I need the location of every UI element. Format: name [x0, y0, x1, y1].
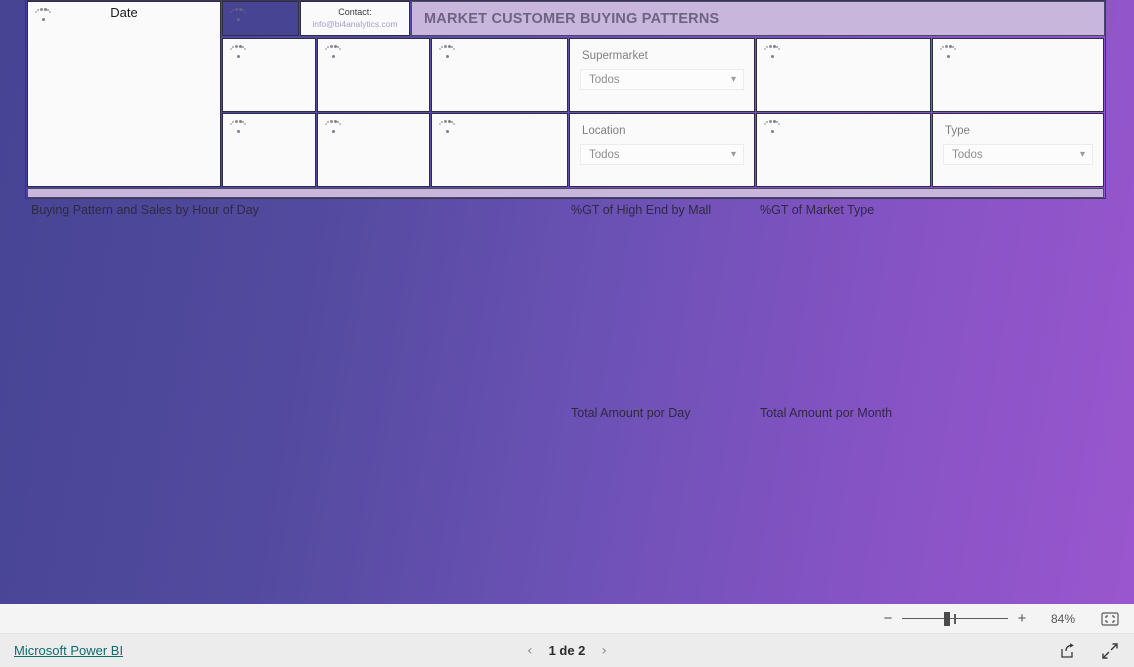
loading-spinner-icon	[764, 120, 782, 136]
kpi-card-9[interactable]	[756, 113, 931, 187]
kpi-card-3[interactable]	[431, 38, 568, 112]
kpi-card-4[interactable]	[756, 38, 931, 112]
slicer-supermarket-label: Supermarket	[582, 50, 648, 62]
chart-title-amount-per-day: Total Amount por Day	[571, 406, 691, 420]
fullscreen-icon[interactable]	[1100, 641, 1120, 661]
loading-spinner-icon	[230, 8, 248, 24]
zoom-toolbar: − + 84%	[0, 604, 1134, 634]
loading-spinner-icon	[230, 45, 248, 61]
footer-actions	[1058, 641, 1120, 661]
loading-spinner-icon	[325, 45, 343, 61]
loading-spinner-icon	[940, 45, 958, 61]
page-title: MARKET CUSTOMER BUYING PATTERNS	[424, 10, 720, 27]
zoom-in-button[interactable]: +	[1014, 610, 1030, 627]
kpi-card-2[interactable]	[317, 38, 430, 112]
slicer-type-label: Type	[945, 125, 970, 137]
zoom-level-label: 84%	[1050, 611, 1076, 626]
chart-title-market-type: %GT of Market Type	[760, 203, 875, 217]
slicer-supermarket-value: Todos	[589, 73, 620, 86]
page-indicator: 1 de 2	[548, 643, 586, 658]
contact-label: Contact:	[338, 7, 372, 17]
slicer-location-label: Location	[582, 125, 626, 137]
next-page-button[interactable]: ›	[601, 643, 607, 659]
viewer-footer: Microsoft Power BI ‹ 1 de 2 ›	[0, 634, 1134, 667]
share-icon[interactable]	[1058, 641, 1078, 661]
contact-tile: Contact: info@bi4analytics.com	[300, 1, 410, 36]
kpi-card-1[interactable]	[222, 38, 316, 112]
page-navigator: ‹ 1 de 2 ›	[0, 643, 1134, 659]
zoom-out-button[interactable]: −	[880, 610, 896, 627]
slicer-type-dropdown[interactable]: Todos ▾	[943, 144, 1093, 165]
kpi-card-5[interactable]	[932, 38, 1104, 112]
kpi-card-7[interactable]	[317, 113, 430, 187]
company-logo-tile	[222, 1, 299, 36]
contact-email[interactable]: info@bi4analytics.com	[301, 18, 409, 30]
date-slicer-title: Date	[110, 5, 138, 20]
loading-spinner-icon	[325, 120, 343, 136]
kpi-card-8[interactable]	[431, 113, 568, 187]
chart-title-amount-per-month: Total Amount por Month	[760, 406, 893, 420]
slicer-location[interactable]: Location Todos ▾	[569, 113, 755, 187]
zoom-slider[interactable]	[902, 611, 1008, 626]
date-slicer-card[interactable]: Date	[27, 1, 221, 187]
report-title-banner: MARKET CUSTOMER BUYING PATTERNS	[411, 1, 1105, 36]
loading-spinner-icon	[764, 45, 782, 61]
zoom-slider-thumb[interactable]	[944, 611, 950, 626]
slicer-type[interactable]: Type Todos ▾	[932, 113, 1104, 187]
loading-spinner-icon	[439, 45, 457, 61]
loading-spinner-icon	[439, 120, 457, 136]
chart-title-high-end-by-mall: %GT of High End by Mall	[571, 203, 712, 217]
slicer-type-value: Todos	[952, 148, 983, 161]
chevron-down-icon: ▾	[730, 74, 736, 85]
chart-title-buying-pattern: Buying Pattern and Sales by Hour of Day	[31, 203, 259, 217]
zoom-slider-tick	[954, 613, 956, 624]
loading-spinner-icon	[230, 120, 248, 136]
previous-page-button[interactable]: ‹	[527, 643, 533, 659]
chevron-down-icon: ▾	[730, 149, 736, 160]
kpi-card-6[interactable]	[222, 113, 316, 187]
slicer-location-dropdown[interactable]: Todos ▾	[580, 144, 744, 165]
slicer-supermarket[interactable]: Supermarket Todos ▾	[569, 38, 755, 112]
report-canvas: Date Contact: info@bi4analytics.com MARK…	[0, 0, 1134, 604]
chevron-down-icon: ▾	[1079, 149, 1085, 160]
slicer-location-value: Todos	[589, 148, 620, 161]
fit-to-page-icon[interactable]	[1100, 611, 1120, 627]
header-bottom-strip	[27, 188, 1104, 198]
slicer-supermarket-dropdown[interactable]: Todos ▾	[580, 69, 744, 90]
